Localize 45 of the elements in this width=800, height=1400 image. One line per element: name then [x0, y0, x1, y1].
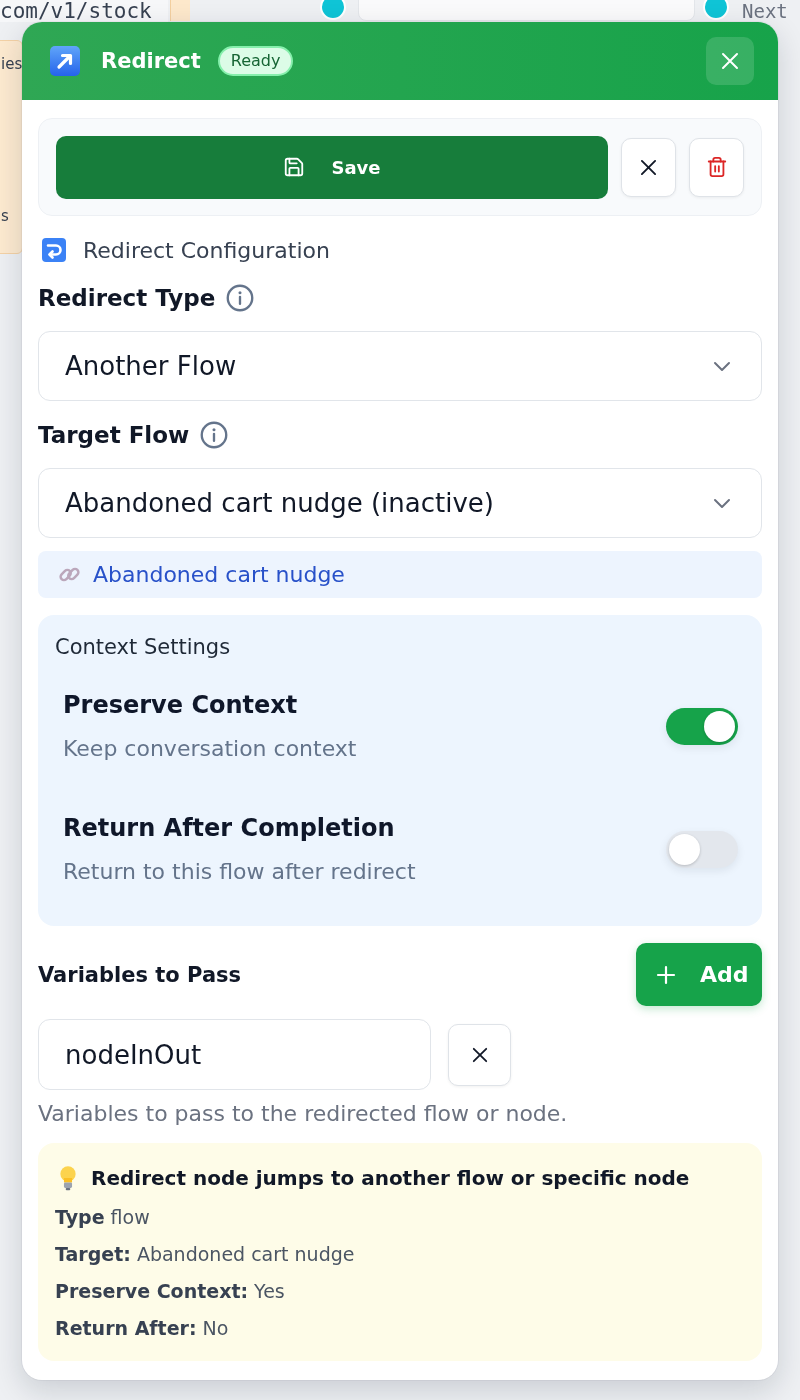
connector-handle[interactable]: [703, 0, 729, 20]
toggle-switch[interactable]: [666, 830, 738, 868]
flow-link[interactable]: Abandoned cart nudge: [93, 562, 345, 587]
section-title: Redirect Configuration: [83, 237, 330, 263]
connector-handle[interactable]: [320, 0, 346, 20]
close-button[interactable]: [706, 37, 754, 85]
code-text: com/v1/stock: [0, 0, 168, 22]
chevron-down-icon: [713, 497, 731, 509]
text-input[interactable]: nodeInOut: [38, 1019, 431, 1090]
node-text: s: [1, 207, 9, 225]
panel-title: Redirect: [101, 49, 201, 73]
setting-description: Return to this flow after redirect: [63, 860, 416, 884]
save-icon: [283, 156, 306, 178]
save-button[interactable]: Save: [56, 135, 608, 199]
info-card-title: Redirect node jumps to another flow or specific node: [91, 1165, 690, 1191]
summary-line: Return After: No: [55, 1316, 230, 1341]
section-label: Variables to Pass: [38, 962, 242, 987]
field-label: Target Flow: [38, 422, 190, 448]
node-text: ies: [1, 55, 23, 73]
setting-description: Keep conversation context: [63, 737, 357, 761]
cancel-button[interactable]: [621, 137, 676, 197]
setting-label: Return After Completion: [63, 814, 396, 842]
close-icon: [471, 1046, 488, 1063]
plus-icon: [656, 964, 676, 985]
summary-line: Type flow: [55, 1205, 151, 1230]
toggle-switch[interactable]: [666, 707, 738, 745]
field-label: Redirect Type: [38, 285, 216, 311]
node-card: [170, 0, 190, 21]
dropdown[interactable]: Another Flow: [38, 331, 762, 401]
setting-label: Preserve Context: [63, 691, 299, 719]
summary-line: Preserve Context: Yes: [55, 1279, 286, 1304]
info-icon: [226, 284, 255, 312]
close-icon: [721, 52, 739, 70]
node-label: Next: [742, 0, 788, 22]
chevron-down-icon: [713, 360, 731, 372]
delete-button[interactable]: [689, 137, 744, 197]
status-badge: Ready: [217, 46, 294, 76]
info-icon: [200, 421, 229, 449]
card-title: Context Settings: [55, 635, 232, 659]
lightbulb-icon: [59, 1165, 77, 1191]
close-icon: [640, 158, 657, 176]
help-text: Variables to pass to the redirected flow or node.: [38, 1102, 569, 1126]
summary-line: Target: Abandoned cart nudge: [55, 1242, 356, 1267]
dropdown[interactable]: Abandoned cart nudge (inactive): [38, 468, 762, 538]
trash-icon: [705, 156, 728, 178]
